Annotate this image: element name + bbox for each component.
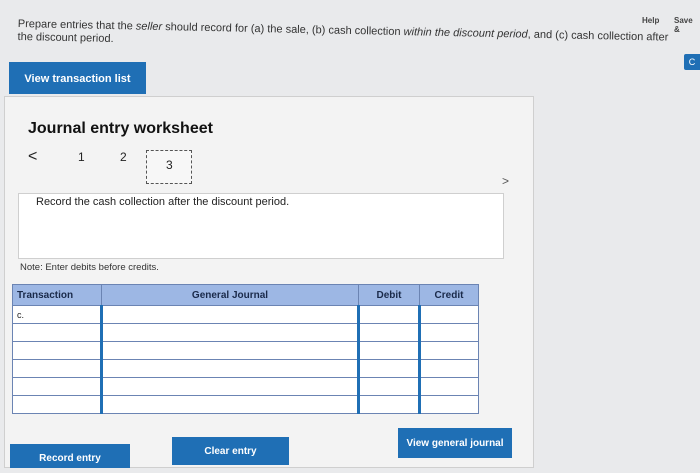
account-select[interactable] <box>100 359 359 378</box>
instructions-prefix: Prepare entries that the <box>17 18 136 33</box>
debit-input[interactable] <box>357 323 420 342</box>
instructions-seller: seller <box>135 20 163 34</box>
credit-input[interactable] <box>418 323 479 342</box>
debit-input[interactable] <box>357 359 420 378</box>
debit-input[interactable] <box>357 395 420 414</box>
instructions-end1: , and (c) cash collection after <box>527 28 669 44</box>
debit-input[interactable] <box>357 377 420 396</box>
view-transaction-list-button[interactable]: View transaction list <box>9 62 146 94</box>
table-row: c. <box>12 305 479 324</box>
transaction-cell <box>12 359 102 378</box>
side-tab[interactable]: C <box>684 54 700 70</box>
instructions: Prepare entries that the seller should r… <box>17 18 677 58</box>
transaction-cell <box>12 341 102 360</box>
credit-input[interactable] <box>418 305 479 324</box>
instructions-middle: should record for (a) the sale, (b) cash… <box>162 21 404 39</box>
header-debit: Debit <box>358 284 420 306</box>
view-general-journal-button[interactable]: View general journal <box>398 428 512 458</box>
table-row <box>12 395 479 414</box>
prev-page-icon[interactable]: < <box>28 148 37 166</box>
record-entry-button[interactable]: Record entry <box>10 444 130 468</box>
debit-input[interactable] <box>357 341 420 360</box>
credit-input[interactable] <box>418 377 479 396</box>
debit-input[interactable] <box>357 305 420 324</box>
worksheet-title: Journal entry worksheet <box>28 120 213 137</box>
instructions-within: within the discount period <box>403 26 528 41</box>
note-text: Note: Enter debits before credits. <box>20 262 159 273</box>
transaction-cell <box>12 395 102 414</box>
next-page-icon[interactable]: > <box>502 174 509 188</box>
save-exit-link[interactable]: Save & <box>674 16 700 34</box>
help-link[interactable]: Help <box>642 16 659 25</box>
credit-input[interactable] <box>418 359 479 378</box>
page-1-tab[interactable]: 1 <box>78 150 85 164</box>
account-select[interactable] <box>100 395 359 414</box>
transaction-cell <box>12 377 102 396</box>
table-row <box>12 377 479 396</box>
page-2-tab[interactable]: 2 <box>120 150 127 164</box>
page-3-tab[interactable]: 3 <box>166 158 173 172</box>
account-select[interactable] <box>100 323 359 342</box>
account-select[interactable] <box>100 305 359 324</box>
header-credit: Credit <box>419 284 479 306</box>
instructions-line2: the discount period. <box>17 30 114 46</box>
transaction-cell <box>12 323 102 342</box>
table-row <box>12 341 479 360</box>
clear-entry-button[interactable]: Clear entry <box>172 437 289 465</box>
account-select[interactable] <box>100 341 359 360</box>
header-transaction: Transaction <box>12 284 102 306</box>
header-general-journal: General Journal <box>101 284 359 306</box>
credit-input[interactable] <box>418 395 479 414</box>
instruction-text: Record the cash collection after the dis… <box>36 196 290 208</box>
table-row <box>12 323 479 342</box>
table-row <box>12 359 479 378</box>
credit-input[interactable] <box>418 341 479 360</box>
account-select[interactable] <box>100 377 359 396</box>
journal-table: Transaction General Journal Debit Credit… <box>12 284 479 414</box>
transaction-cell: c. <box>12 305 102 324</box>
